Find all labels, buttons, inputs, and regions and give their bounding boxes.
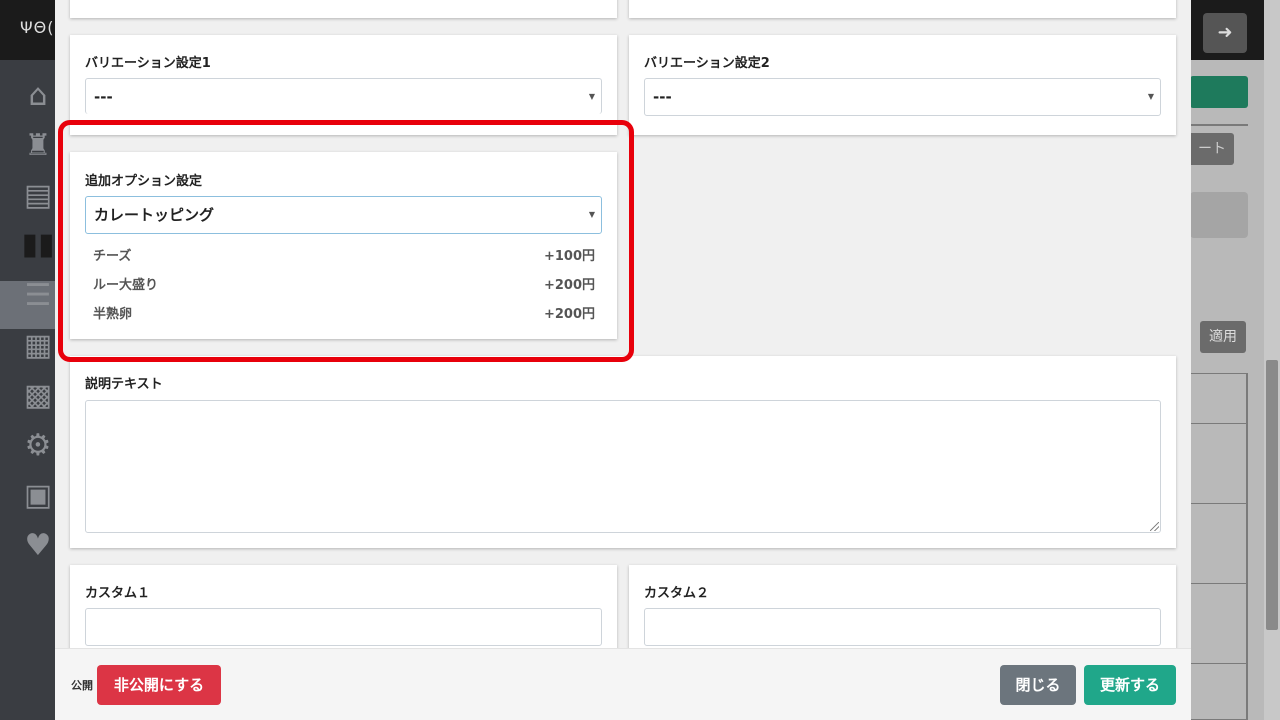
- unpublish-button[interactable]: 非公開にする: [97, 665, 221, 705]
- variation1-value: ---: [94, 88, 113, 106]
- option-price: +200円: [543, 307, 595, 322]
- chevron-down-icon: ▼: [1147, 92, 1154, 101]
- chevron-down-icon: ▼: [588, 92, 595, 101]
- table-row: [1191, 584, 1246, 664]
- description-card: 説明テキスト: [70, 356, 1176, 548]
- edit-item-modal: バリエーション設定1 --- ▼ バリエーション設定2 --- ▼ 追加オプショ…: [55, 0, 1191, 720]
- addon-option-label: 追加オプション設定: [85, 174, 203, 189]
- divider: [1190, 124, 1248, 126]
- background-table: [1190, 373, 1248, 720]
- addon-option-card: 追加オプション設定 カレートッピング ▼ チーズ +100円 ルー大盛り +20…: [70, 152, 617, 339]
- modal-footer: 公開 非公開にする 閉じる 更新する: [55, 648, 1191, 720]
- publish-status-label: 公開: [71, 679, 93, 692]
- sign-out-icon[interactable]: ➜: [1203, 13, 1247, 53]
- card-top-right: [629, 0, 1176, 18]
- store-icon[interactable]: ▦: [18, 328, 58, 364]
- variation1-label: バリエーション設定1: [85, 56, 211, 71]
- resize-handle-icon[interactable]: [1150, 522, 1159, 531]
- table-row: [1191, 374, 1246, 424]
- custom2-input[interactable]: [644, 608, 1161, 646]
- table-row: [1191, 424, 1246, 504]
- variation1-select[interactable]: --- ▼: [85, 78, 602, 114]
- custom1-label: カスタム１: [85, 586, 151, 601]
- add-button[interactable]: [1190, 76, 1248, 108]
- addon-option-value: カレートッピング: [94, 206, 215, 224]
- option-name: ルー大盛り: [93, 278, 159, 293]
- register-icon[interactable]: ▤: [18, 178, 58, 214]
- description-textarea[interactable]: [85, 400, 1161, 533]
- page-scrollbar[interactable]: [1264, 0, 1280, 720]
- restaurant-icon[interactable]: ♜: [18, 128, 58, 164]
- card-top-left: [70, 0, 617, 18]
- filter-box: [1190, 192, 1248, 238]
- id-card-icon[interactable]: ▣: [18, 478, 58, 514]
- apply-button[interactable]: 適用: [1200, 321, 1246, 353]
- gear-icon[interactable]: ⚙: [18, 428, 58, 464]
- heart-hand-icon[interactable]: ♥: [18, 528, 58, 564]
- close-button[interactable]: 閉じる: [1000, 665, 1076, 705]
- update-button[interactable]: 更新する: [1084, 665, 1176, 705]
- option-price: +200円: [543, 278, 595, 293]
- description-label: 説明テキスト: [85, 377, 163, 392]
- variation1-card: バリエーション設定1 --- ▼: [70, 35, 617, 135]
- addon-option-item: チーズ +100円: [93, 245, 595, 264]
- app-logo: ΨΘ(: [20, 18, 55, 37]
- scrollbar-thumb[interactable]: [1266, 360, 1278, 630]
- qr-code-icon[interactable]: ▩: [18, 378, 58, 414]
- variation2-value: ---: [653, 88, 672, 106]
- variation2-select[interactable]: --- ▼: [644, 78, 1161, 116]
- custom1-input[interactable]: [85, 608, 602, 646]
- option-name: 半熟卵: [93, 307, 133, 322]
- addon-option-item: 半熟卵 +200円: [93, 303, 595, 322]
- variation2-card: バリエーション設定2 --- ▼: [629, 35, 1176, 135]
- custom2-label: カスタム２: [644, 586, 710, 601]
- variation2-label: バリエーション設定2: [644, 56, 770, 71]
- option-price: +100円: [543, 249, 595, 264]
- home-icon[interactable]: ⌂: [18, 78, 58, 114]
- list-icon[interactable]: ☰: [18, 278, 58, 314]
- table-row: [1191, 504, 1246, 584]
- chevron-down-icon: ▼: [588, 210, 595, 219]
- menu-book-icon[interactable]: ▮▮: [18, 227, 58, 263]
- addon-option-select[interactable]: カレートッピング ▼: [85, 196, 602, 234]
- option-name: チーズ: [93, 249, 132, 264]
- addon-option-item: ルー大盛り +200円: [93, 274, 595, 293]
